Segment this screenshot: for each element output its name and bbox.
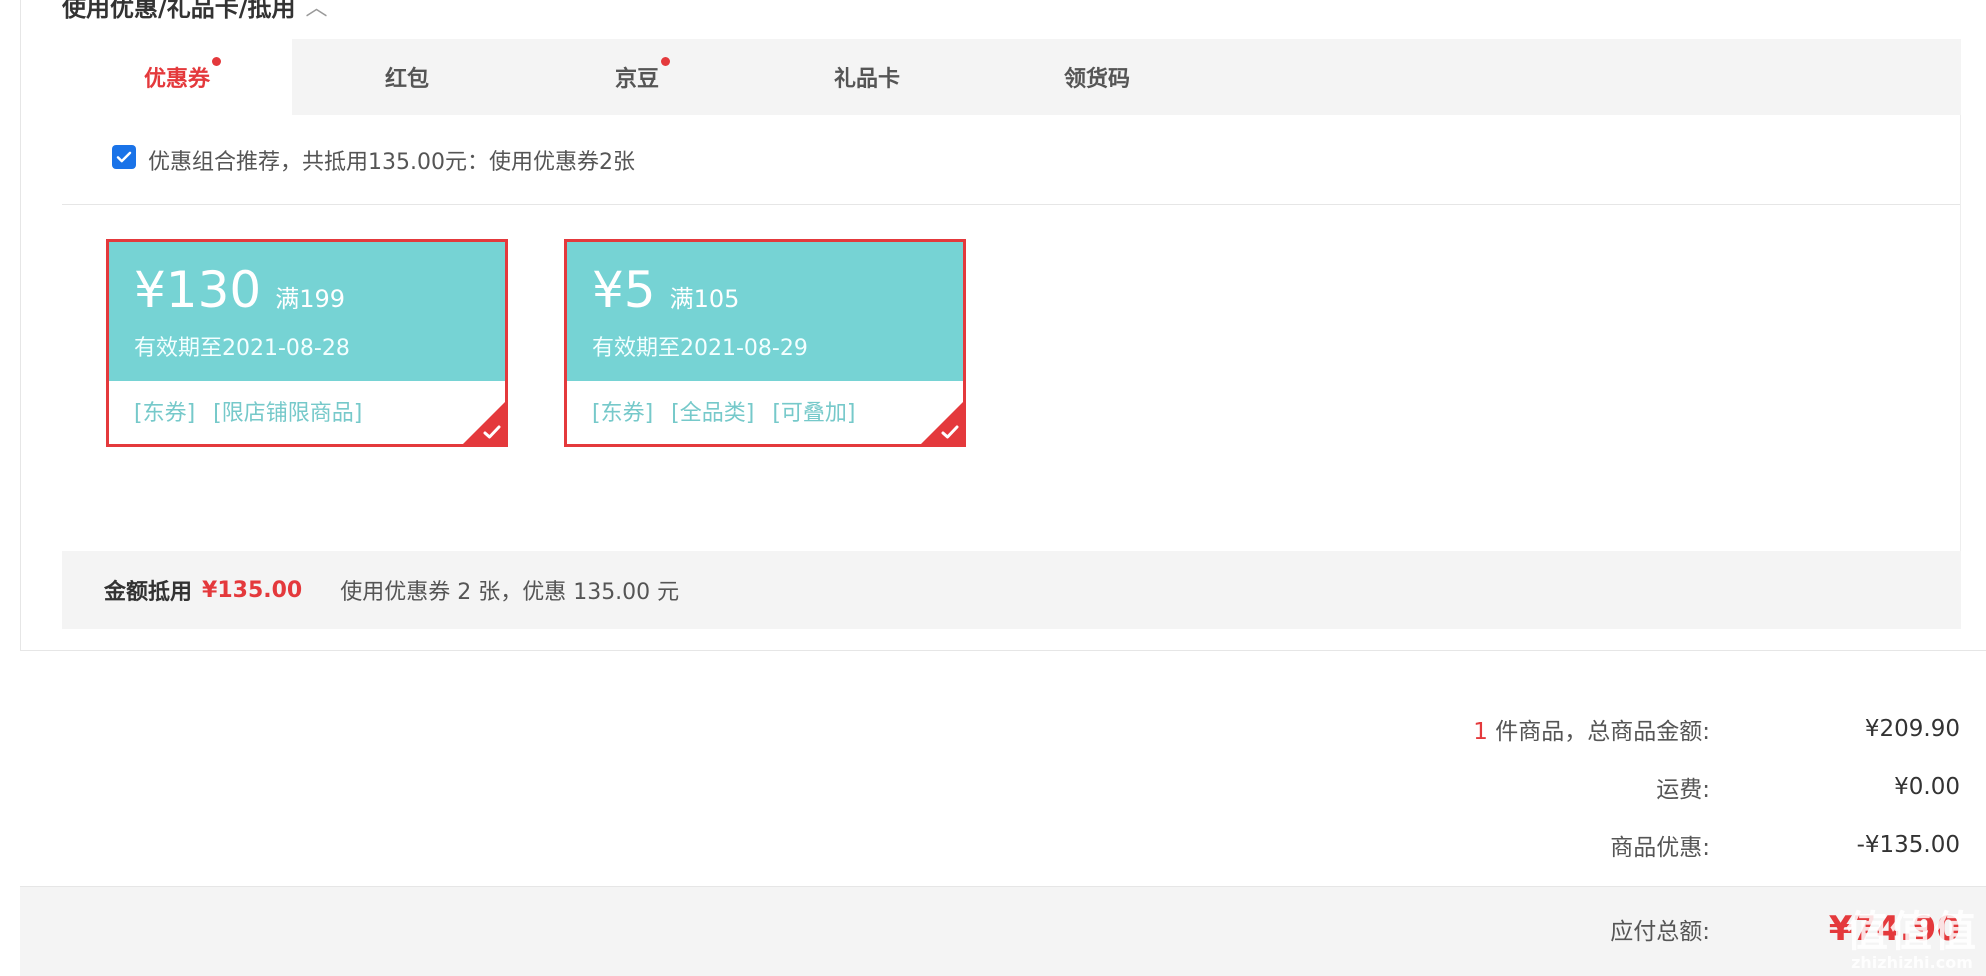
tab-red-packet[interactable]: 红包	[292, 39, 522, 115]
coupon-tag: [东券]	[592, 401, 654, 426]
summary-description: 使用优惠券 2 张，优惠 135.00 元	[340, 580, 680, 605]
coupon-tag: [东券]	[134, 401, 196, 426]
coupon-amount: ¥130	[134, 261, 262, 319]
coupon-panel: 优惠组合推荐，共抵用135.00元：使用优惠券2张 ¥130 满199 有效期至…	[62, 115, 1961, 629]
site-watermark: 值值值 zhizhizhi.com	[1846, 910, 1978, 972]
tab-label: 领货码	[1063, 67, 1130, 92]
tab-label: 礼品卡	[833, 67, 900, 92]
coupon-list: ¥130 满199 有效期至2021-08-28 [东券] [限店铺限商品] ¥…	[62, 205, 1960, 549]
notification-dot	[661, 57, 670, 66]
coupon-tag: [限店铺限商品]	[213, 401, 363, 426]
coupon-tag: [全品类]	[671, 401, 755, 426]
tab-label: 京豆	[614, 67, 659, 92]
recommend-row: 优惠组合推荐，共抵用135.00元：使用优惠券2张	[62, 115, 1960, 205]
section-header[interactable]: 使用优惠/礼品卡/抵用 ︿	[62, 0, 328, 23]
tab-pickup-code[interactable]: 领货码	[982, 39, 1212, 115]
order-totals: 1 件商品，总商品金额: ¥209.90 运费: ¥0.00 商品优惠: -¥1…	[1160, 700, 1960, 874]
section-title: 使用优惠/礼品卡/抵用	[62, 0, 296, 22]
discount-label: 商品优惠:	[1610, 835, 1710, 861]
coupon-condition: 满105	[669, 285, 740, 313]
discount-row: 商品优惠: -¥135.00	[1160, 816, 1960, 874]
check-icon	[116, 151, 132, 162]
coupon-expiry: 有效期至2021-08-28	[134, 336, 350, 361]
coupon-tag: [可叠加]	[772, 401, 856, 426]
summary-label: 金额抵用	[104, 580, 193, 605]
coupon-tags: [东券] [全品类] [可叠加]	[567, 381, 963, 427]
summary-value: ¥135.00	[202, 577, 303, 603]
payable-label: 应付总额:	[1610, 919, 1710, 945]
shipping-row: 运费: ¥0.00	[1160, 758, 1960, 816]
recommend-checkbox[interactable]	[112, 144, 136, 169]
items-value: ¥209.90	[1864, 716, 1960, 742]
chevron-up-icon[interactable]: ︿	[306, 0, 328, 22]
items-label: 件商品，总商品金额:	[1495, 719, 1710, 745]
discount-summary: 金额抵用 ¥135.00 使用优惠券 2 张，优惠 135.00 元	[62, 551, 1961, 629]
coupon-header: ¥130 满199 有效期至2021-08-28	[109, 242, 505, 381]
coupon-expiry: 有效期至2021-08-29	[592, 336, 808, 361]
tab-jd-beans[interactable]: 京豆	[522, 39, 752, 115]
coupon-amount: ¥5	[592, 261, 656, 319]
watermark-logo: 值值值	[1845, 907, 1978, 956]
recommend-text: 优惠组合推荐，共抵用135.00元：使用优惠券2张	[148, 149, 635, 175]
coupon-tags: [东券] [限店铺限商品]	[109, 381, 505, 427]
watermark-url: zhizhizhi.com	[1851, 953, 1973, 972]
payable-bar: 应付总额: ¥74.90	[20, 886, 1986, 976]
shipping-label: 运费:	[1656, 777, 1710, 803]
coupon-card[interactable]: ¥5 满105 有效期至2021-08-29 [东券] [全品类] [可叠加]	[564, 239, 966, 447]
tab-gift-card[interactable]: 礼品卡	[752, 39, 982, 115]
coupon-card[interactable]: ¥130 满199 有效期至2021-08-28 [东券] [限店铺限商品]	[106, 239, 508, 447]
notification-dot	[212, 57, 221, 66]
coupon-condition: 满199	[275, 285, 346, 313]
selected-check-icon	[941, 425, 959, 439]
tab-label: 优惠券	[143, 67, 210, 92]
order-page: 使用优惠/礼品卡/抵用 ︿ 优惠券 红包 京豆 礼品卡 领货码 优惠组合推荐，共…	[0, 0, 1986, 976]
tab-coupon[interactable]: 优惠券	[62, 39, 292, 115]
tab-label: 红包	[384, 67, 429, 92]
selected-check-icon	[483, 425, 501, 439]
item-count: 1	[1473, 719, 1488, 745]
items-total-row: 1 件商品，总商品金额: ¥209.90	[1160, 700, 1960, 758]
shipping-value: ¥0.00	[1894, 774, 1960, 800]
discount-value: -¥135.00	[1856, 832, 1960, 858]
coupon-header: ¥5 满105 有效期至2021-08-29	[567, 242, 963, 381]
discount-tabs: 优惠券 红包 京豆 礼品卡 领货码	[62, 39, 1961, 115]
